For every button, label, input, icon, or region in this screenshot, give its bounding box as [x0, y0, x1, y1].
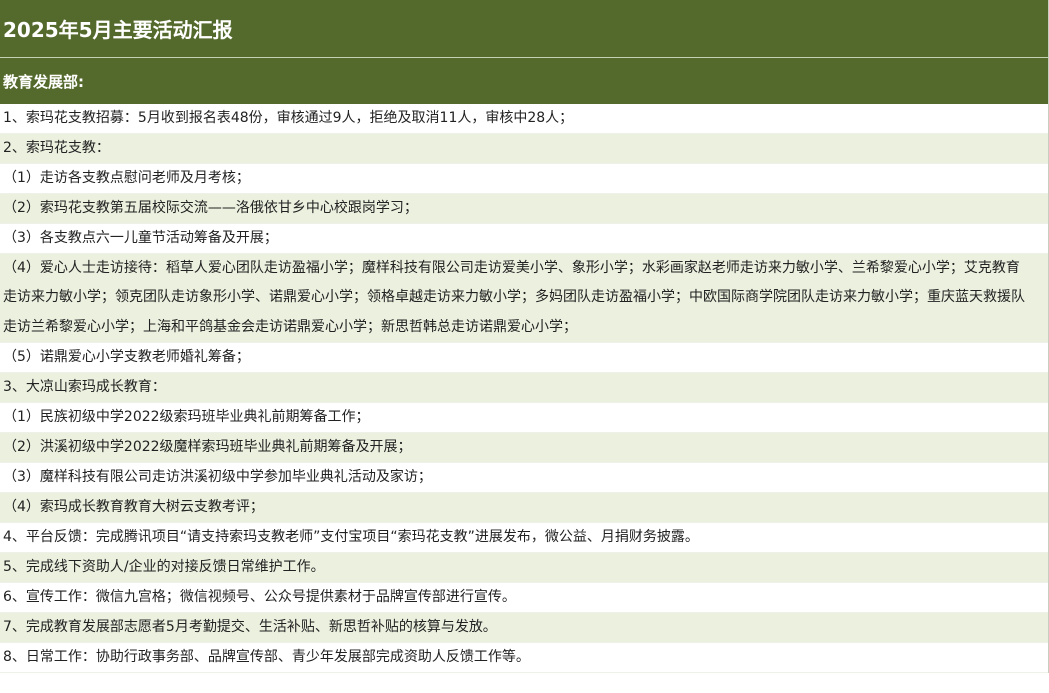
report-item: （1）走访各支教点慰问老师及月考核；	[0, 164, 1048, 194]
report-item: （2）洪溪初级中学2022级魔样索玛班毕业典礼前期筹备及开展；	[0, 432, 1048, 463]
report-item: 2、索玛花支教：	[0, 134, 1048, 164]
report-item: 7、完成教育发展部志愿者5月考勤提交、生活补贴、新思哲补贴的核算与发放。	[0, 612, 1048, 643]
report-title: 2025年5月主要活动汇报	[0, 0, 1048, 58]
section-title-education-development: 教育发展部:	[0, 58, 1048, 104]
report-item: （5）诺鼎爱心小学支教老师婚礼筹备；	[0, 342, 1048, 373]
report-item: 5、完成线下资助人/企业的对接反馈日常维护工作。	[0, 552, 1048, 583]
report-item: （4）爱心人士走访接待：稻草人爱心团队走访盈福小学；魔样科技有限公司走访爱美小学…	[0, 254, 1048, 343]
report-item: 6、宣传工作：微信九宫格；微信视频号、公众号提供素材于品牌宣传部进行宣传。	[0, 582, 1048, 613]
report-item: 4、平台反馈：完成腾讯项目“请支持索玛支教老师”支付宝项目“索玛花支教”进展发布…	[0, 522, 1048, 553]
report-item: 3、大凉山索玛成长教育：	[0, 372, 1048, 403]
report-item: 8、日常工作：协助行政事务部、品牌宣传部、青少年发展部完成资助人反馈工作等。	[0, 642, 1048, 673]
report-item: （3）魔样科技有限公司走访洪溪初级中学参加毕业典礼活动及家访；	[0, 462, 1048, 493]
report-item: （2）索玛花支教第五届校际交流——洛俄依甘乡中心校跟岗学习；	[0, 194, 1048, 224]
report-item: （4）索玛成长教育教育大树云支教考评；	[0, 492, 1048, 523]
report-item: （1）民族初级中学2022级索玛班毕业典礼前期筹备工作；	[0, 402, 1048, 433]
report-item: （3）各支教点六一儿童节活动筹备及开展；	[0, 224, 1048, 254]
report-item: 1、索玛花支教招募：5月收到报名表48份，审核通过9人，拒绝及取消11人，审核中…	[0, 104, 1048, 134]
activity-report: 2025年5月主要活动汇报 教育发展部: 1、索玛花支教招募：5月收到报名表48…	[0, 0, 1049, 673]
report-item-list: 1、索玛花支教招募：5月收到报名表48份，审核通过9人，拒绝及取消11人，审核中…	[0, 104, 1048, 673]
